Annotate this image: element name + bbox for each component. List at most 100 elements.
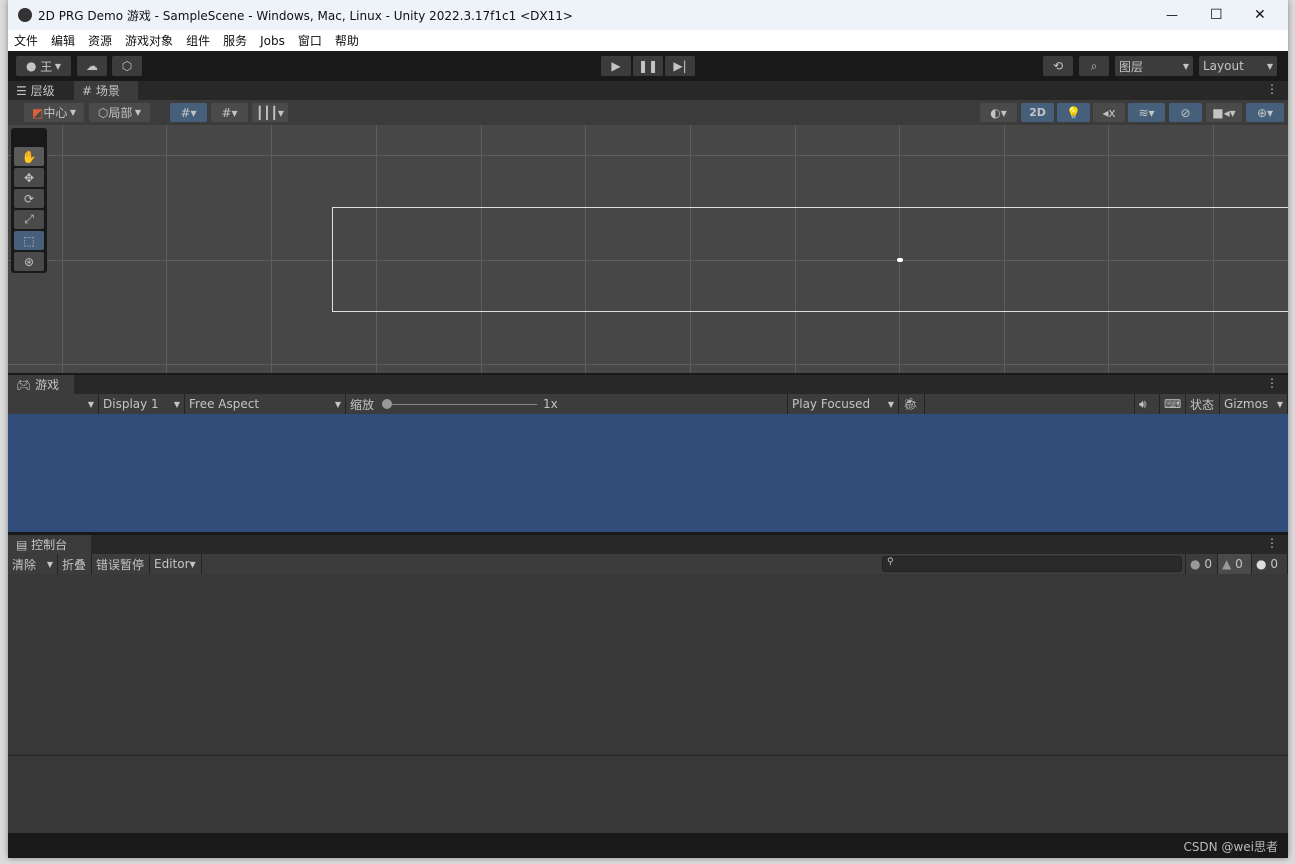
error-filter[interactable]: ● 0: [1252, 554, 1288, 574]
game-view-dropdown[interactable]: ▼: [8, 394, 99, 414]
cube-icon: ⬡: [97, 105, 109, 120]
menu-assets[interactable]: 资源: [88, 32, 112, 49]
grid-snap-icon: #▾: [180, 105, 197, 120]
search-button[interactable]: ⌕: [1079, 56, 1109, 76]
2d-mode-button[interactable]: 2D: [1021, 103, 1054, 122]
menu-gameobject[interactable]: 游戏对象: [125, 32, 173, 49]
camera-gizmo-icon: [897, 258, 903, 262]
minimize-button[interactable]: —: [1166, 8, 1178, 22]
console-tab-bar: ▤ 控制台 ⋮: [8, 535, 1288, 554]
pause-button[interactable]: ❚❚: [633, 56, 663, 76]
more-options-icon[interactable]: ⋮: [1266, 376, 1278, 390]
menu-help[interactable]: 帮助: [335, 32, 359, 49]
tab-scene-label: 场景: [95, 84, 120, 98]
menu-bar: 文件 编辑 资源 游戏对象 组件 服务 Jobs 窗口 帮助: [8, 30, 1288, 51]
tab-game[interactable]: 🎮︎ 游戏: [8, 375, 74, 394]
mute-icon: ◂x: [1102, 105, 1116, 120]
rotate-tool[interactable]: ⟳: [14, 189, 44, 208]
menu-component[interactable]: 组件: [186, 32, 210, 49]
scene-visibility-button[interactable]: ⊘: [1169, 103, 1202, 122]
layout-label: Layout: [1203, 59, 1244, 73]
display-dropdown[interactable]: Display 1 ▼: [99, 394, 185, 414]
collab-button[interactable]: ⬡: [112, 56, 142, 76]
increment-snapping-button[interactable]: #▾: [211, 103, 248, 122]
mute-audio-button[interactable]: 🔊︎: [1134, 394, 1160, 414]
rect-tool[interactable]: ⬚: [14, 231, 44, 250]
account-name: 王: [40, 59, 53, 74]
gizmos-button[interactable]: Gizmos ▼: [1220, 394, 1288, 414]
history-icon: ⟲: [1052, 59, 1064, 73]
console-search-input[interactable]: ⚲: [882, 556, 1182, 572]
tab-hierarchy[interactable]: ☰ 层级: [8, 81, 63, 100]
hand-tool[interactable]: ✋: [14, 147, 44, 166]
console-icon: ▤: [16, 537, 32, 552]
scale-value: 1x: [543, 397, 558, 411]
display-label: Display 1: [103, 397, 159, 411]
ruler-button[interactable]: ┃┃┃▾: [252, 103, 288, 122]
layers-dropdown[interactable]: 图层 ▼: [1115, 56, 1193, 76]
play-button[interactable]: ▶: [601, 56, 631, 76]
shortcuts-button[interactable]: ⌨: [1160, 394, 1186, 414]
menu-edit[interactable]: 编辑: [51, 32, 75, 49]
effects-dropdown[interactable]: ≋▾: [1128, 103, 1165, 122]
audio-button[interactable]: ◂x: [1093, 103, 1125, 122]
warning-count: 0: [1235, 557, 1243, 571]
editor-dropdown[interactable]: Editor ▼: [150, 554, 202, 574]
menu-jobs[interactable]: Jobs: [260, 34, 285, 48]
lighting-button[interactable]: 💡: [1057, 103, 1090, 122]
pivot-dropdown[interactable]: ◩ 中心 ▼: [24, 103, 84, 122]
console-log-list[interactable]: [8, 574, 1288, 755]
menu-window[interactable]: 窗口: [298, 32, 322, 49]
grid-icon: #: [82, 83, 96, 98]
gamepad-icon: 🎮︎: [16, 377, 36, 392]
warning-filter[interactable]: ▲ 0: [1218, 554, 1252, 574]
error-count: 0: [1270, 557, 1278, 571]
cloud-button[interactable]: ☁: [77, 56, 107, 76]
list-icon: ☰: [16, 83, 31, 98]
unity-logo-icon: [18, 8, 32, 22]
maximize-button[interactable]: ☐: [1210, 7, 1223, 23]
camera-bounds: [332, 207, 1288, 312]
aspect-dropdown[interactable]: Free Aspect ▼: [185, 394, 346, 414]
clear-button[interactable]: 清除 ▼: [8, 554, 58, 574]
gizmos-dropdown[interactable]: ⊕▾: [1246, 103, 1284, 122]
transform-tool[interactable]: ⊛: [14, 252, 44, 271]
scene-toolbar: ◩ 中心 ▼ ⬡ 局部 ▼ #▾ #▾ ┃┃┃▾ ◐▾ 2D 💡 ◂x ≋▾ ⊘ ■…: [8, 100, 1288, 125]
game-view[interactable]: [8, 414, 1288, 532]
menu-file[interactable]: 文件: [14, 32, 38, 49]
collapse-button[interactable]: 折叠: [58, 554, 92, 574]
draw-mode-dropdown[interactable]: ◐▾: [980, 103, 1017, 122]
space-dropdown[interactable]: ⬡ 局部 ▼: [89, 103, 150, 122]
space-label: 局部: [108, 106, 133, 120]
step-button[interactable]: ▶|: [665, 56, 695, 76]
move-tool[interactable]: ✥: [14, 168, 44, 187]
console-toolbar: 清除 ▼ 折叠 错误暂停 Editor ▼ ⚲ ● 0 ▲ 0 ● 0: [8, 554, 1288, 574]
stats-button[interactable]: 状态: [1186, 394, 1220, 414]
ruler-icon: ┃┃┃▾: [256, 105, 284, 120]
slider-thumb[interactable]: [382, 399, 393, 409]
window-title: 2D PRG Demo 游戏 - SampleScene - Windows, …: [38, 8, 573, 23]
account-icon: ●: [25, 59, 41, 73]
watermark: CSDN @wei思者: [1183, 840, 1278, 854]
close-button[interactable]: ✕: [1254, 7, 1266, 23]
gizmos-label: Gizmos: [1224, 397, 1269, 411]
tab-console[interactable]: ▤ 控制台: [8, 535, 91, 554]
info-filter[interactable]: ● 0: [1185, 554, 1218, 574]
more-options-icon[interactable]: ⋮: [1266, 536, 1278, 550]
scale-slider[interactable]: 缩放 1x: [346, 394, 788, 414]
scale-tool[interactable]: ⤢: [14, 210, 44, 229]
play-mode-dropdown[interactable]: Play Focused ▼: [788, 394, 899, 414]
menu-services[interactable]: 服务: [223, 32, 247, 49]
debug-button[interactable]: 🐞︎: [899, 394, 925, 414]
scene-view[interactable]: ✋ ✥ ⟳ ⤢ ⬚ ⊛: [8, 125, 1288, 373]
error-pause-button[interactable]: 错误暂停: [92, 554, 150, 574]
tab-scene[interactable]: # 场景: [74, 81, 138, 100]
bug-icon: 🐞︎: [903, 397, 919, 411]
camera-dropdown[interactable]: ■◂▾: [1206, 103, 1242, 122]
grid-snapping-button[interactable]: #▾: [170, 103, 207, 122]
title-bar: 2D PRG Demo 游戏 - SampleScene - Windows, …: [8, 0, 1288, 30]
account-dropdown[interactable]: ● 王 ▼: [16, 56, 71, 76]
more-options-icon[interactable]: ⋮: [1266, 82, 1278, 96]
undo-history-button[interactable]: ⟲: [1043, 56, 1073, 76]
layout-dropdown[interactable]: Layout ▼: [1199, 56, 1277, 76]
